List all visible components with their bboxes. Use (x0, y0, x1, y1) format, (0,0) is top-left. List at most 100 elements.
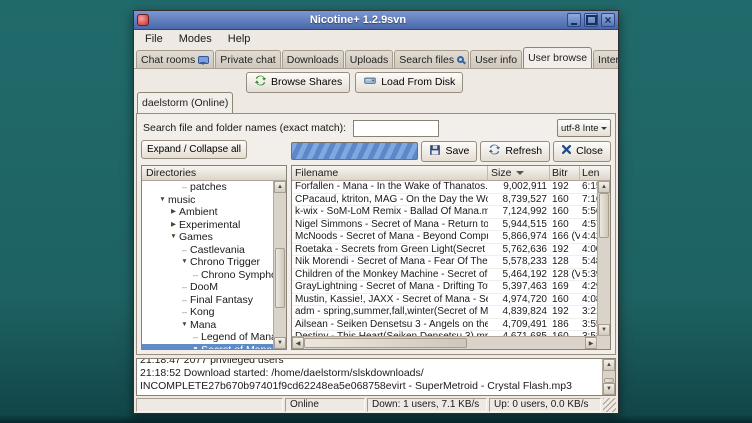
scroll-right-button[interactable]: ▶ (585, 337, 597, 349)
file-row[interactable]: Roetaka - Secrets from Green Light(Secre… (292, 244, 597, 257)
scroll-left-button[interactable]: ◀ (292, 337, 304, 349)
tree-expander-icon[interactable]: ▼ (179, 256, 190, 268)
tree-item-games[interactable]: ▼Games (142, 231, 273, 244)
scroll-track[interactable] (304, 337, 585, 349)
file-name-cell: Ailsean - Seiken Densetsu 3 - Angels on … (292, 319, 488, 331)
tab-chat-rooms[interactable]: Chat rooms (136, 50, 214, 68)
log-scrollbar[interactable]: ▲▼ (602, 359, 615, 395)
scroll-down-button[interactable]: ▼ (598, 324, 610, 336)
expand-collapse-button[interactable]: Expand / Collapse all (141, 140, 247, 159)
scroll-thumb[interactable] (304, 338, 467, 348)
tree-expander-icon[interactable]: ▶ (168, 219, 179, 231)
file-row[interactable]: Mustin, Kassie!, JAXX - Secret of Mana -… (292, 294, 597, 307)
save-button[interactable]: Save (421, 141, 477, 162)
scroll-up-button[interactable]: ▲ (598, 181, 610, 193)
tab-user-browse[interactable]: User browse (523, 47, 592, 68)
tab-downloads[interactable]: Downloads (282, 50, 344, 68)
tree-item-final-fantasy[interactable]: –Final Fantasy (142, 294, 273, 307)
chevron-down-icon (601, 127, 607, 133)
scroll-thumb[interactable] (604, 378, 614, 383)
files-horizontal-scrollbar[interactable]: ◀▶ (292, 336, 597, 349)
browse-shares-icon (254, 74, 267, 90)
scroll-down-button[interactable]: ▼ (274, 337, 286, 349)
file-row[interactable]: GrayLightning - Secret of Mana - Driftin… (292, 281, 597, 294)
files-vertical-scrollbar[interactable]: ▲▼ (597, 181, 610, 336)
tab-user-info[interactable]: User info (470, 50, 522, 68)
scroll-track[interactable] (603, 371, 615, 383)
file-row[interactable]: Nik Morendi - Secret of Mana - Fear Of T… (292, 256, 597, 269)
progress-bar (291, 142, 418, 160)
tree-item-doom[interactable]: –DooM (142, 281, 273, 294)
tab-uploads[interactable]: Uploads (345, 50, 394, 68)
tree-expander-icon[interactable]: ▼ (179, 319, 190, 331)
scroll-thumb[interactable] (599, 193, 609, 238)
tree-item-castlevania[interactable]: –Castlevania (142, 244, 273, 257)
download-status: Down: 1 users, 7.1 KB/s (367, 398, 487, 412)
scroll-up-button[interactable]: ▲ (603, 359, 615, 371)
encoding-combo[interactable]: utf-8 Inter (557, 119, 611, 137)
tree-branch-line: – (179, 181, 190, 193)
file-row[interactable]: Nigel Simmons - Secret of Mana - Return … (292, 219, 597, 232)
log-panel: 21:18:47 2077 privileged users 21:18:52 … (136, 358, 616, 396)
tab-interests[interactable]: Interests (593, 50, 618, 68)
file-name-cell: CPacaud, ktriton, MAG - On the Day the W… (292, 194, 488, 206)
file-bitrate-cell: 192 (550, 181, 580, 193)
tab-daelstorm[interactable]: daelstorm (Online) (137, 92, 233, 113)
file-row[interactable]: McNoods - Secret of Mana - Beyond Compre… (292, 231, 597, 244)
tab-private-chat[interactable]: Private chat (215, 50, 280, 68)
maximize-button[interactable] (584, 13, 598, 27)
column-header-length[interactable]: Len (580, 166, 610, 181)
tree-expander-icon[interactable]: ▼ (157, 194, 168, 206)
file-row[interactable]: adm - spring,summer,fall,winter(Secret o… (292, 306, 597, 319)
titlebar[interactable]: Nicotine+ 1.2.9svn (134, 11, 618, 30)
tree-expander-icon[interactable]: ▼ (190, 344, 201, 349)
menu-file[interactable]: File (137, 32, 171, 46)
scroll-thumb[interactable] (275, 248, 285, 308)
file-row[interactable]: Ailsean - Seiken Densetsu 3 - Angels on … (292, 319, 597, 332)
column-header-filename[interactable]: Filename (292, 166, 488, 181)
length-header-label: Len (582, 167, 600, 179)
tree-branch-line: – (190, 269, 201, 281)
tree-item-chrono-trigger[interactable]: ▼Chrono Trigger (142, 256, 273, 269)
column-header-bitrate[interactable]: Bitr (550, 166, 580, 181)
directories-header[interactable]: Directories (142, 166, 286, 181)
file-length-cell: 7:16 (580, 194, 597, 206)
tree-item-patches[interactable]: –patches (142, 181, 273, 194)
file-size-cell: 9,002,911 (488, 181, 550, 193)
menu-help[interactable]: Help (220, 32, 259, 46)
tree-item-chrono-symphonic[interactable]: –Chrono Symphonic (142, 269, 273, 282)
tree-item-mana[interactable]: ▼Mana (142, 319, 273, 332)
tree-item-legend-of-mana[interactable]: –Legend of Mana (142, 331, 273, 344)
tab-search-files[interactable]: Search files (394, 50, 469, 68)
file-row[interactable]: k-wix - SoM-LoM Remix - Ballad Of Mana.m… (292, 206, 597, 219)
file-row[interactable]: Forfallen - Mana - In the Wake of Thanat… (292, 181, 597, 194)
status-message-pane (136, 398, 283, 412)
resize-grip[interactable] (603, 398, 616, 412)
search-input[interactable] (353, 120, 439, 137)
scroll-up-button[interactable]: ▲ (274, 181, 286, 193)
refresh-button[interactable]: Refresh (480, 141, 550, 162)
file-length-cell: 3:21 (580, 306, 597, 318)
tree-item-music[interactable]: ▼music (142, 194, 273, 207)
user-browse-page: Search file and folder names (exact matc… (136, 113, 616, 355)
tree-item-kong[interactable]: –Kong (142, 306, 273, 319)
tree-expander-icon[interactable]: ▼ (168, 231, 179, 243)
close-tab-button[interactable]: Close (553, 141, 611, 162)
file-row[interactable]: CPacaud, ktriton, MAG - On the Day the W… (292, 194, 597, 207)
menu-modes[interactable]: Modes (171, 32, 220, 46)
browse-shares-button[interactable]: Browse Shares (246, 72, 350, 93)
tree-item-ambient[interactable]: ▶Ambient (142, 206, 273, 219)
file-length-cell: 3:55 (580, 319, 597, 331)
tree-item-experimental[interactable]: ▶Experimental (142, 219, 273, 232)
tree-expander-icon[interactable]: ▶ (168, 206, 179, 218)
column-header-size[interactable]: Size (488, 166, 550, 181)
close-window-button[interactable] (601, 13, 615, 27)
tree-item-secret-of-mana[interactable]: ▼Secret of Mana (142, 344, 273, 350)
minimize-button[interactable] (567, 13, 581, 27)
scroll-track[interactable] (598, 193, 610, 324)
file-row[interactable]: Children of the Monkey Machine - Secret … (292, 269, 597, 282)
directories-scrollbar[interactable]: ▲▼ (273, 181, 286, 349)
scroll-track[interactable] (274, 193, 286, 337)
scroll-down-button[interactable]: ▼ (603, 383, 615, 395)
load-from-disk-button[interactable]: Load From Disk (355, 72, 463, 93)
